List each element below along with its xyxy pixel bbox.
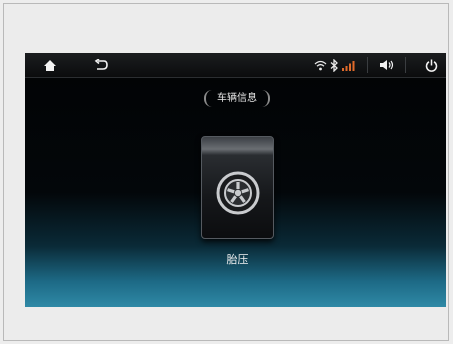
- tire-pressure-tile[interactable]: [201, 136, 274, 239]
- statusbar-divider: [405, 57, 406, 73]
- wifi-icon: [313, 56, 327, 74]
- bluetooth-icon: [329, 56, 339, 74]
- statusbar-divider: [367, 57, 368, 73]
- status-bar: [25, 53, 446, 78]
- tire-pressure-label: 胎压: [226, 253, 249, 266]
- page-title: 车辆信息: [204, 90, 270, 107]
- device-frame: 车辆信息 胎压: [3, 3, 449, 341]
- power-icon[interactable]: [423, 56, 439, 74]
- head-unit-screen: 车辆信息 胎压: [25, 53, 446, 307]
- signal-icon: [341, 56, 355, 74]
- back-icon[interactable]: [91, 56, 111, 74]
- tire-icon: [216, 171, 260, 219]
- home-icon[interactable]: [41, 56, 59, 74]
- volume-icon[interactable]: [377, 56, 395, 74]
